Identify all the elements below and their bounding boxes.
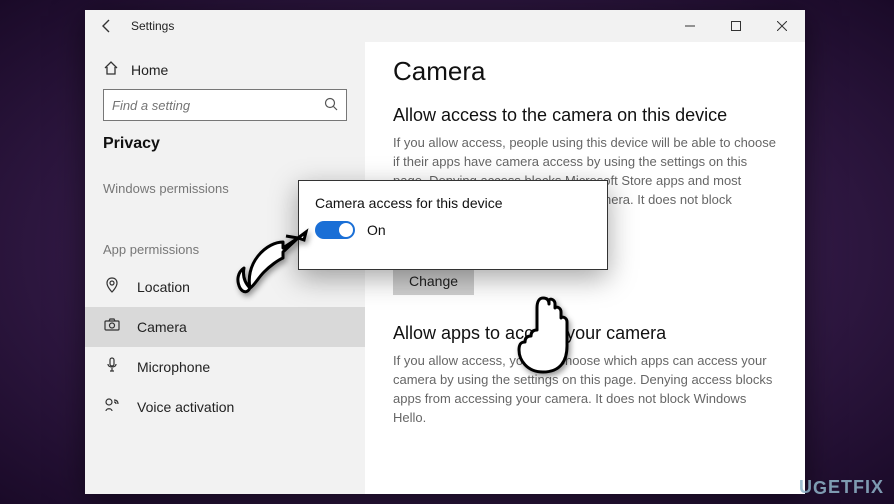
sidebar-item-label: Microphone bbox=[137, 359, 210, 375]
section2-title: Allow apps to access your camera bbox=[393, 323, 777, 344]
search-input-container[interactable] bbox=[103, 89, 347, 121]
change-button[interactable]: Change bbox=[393, 267, 474, 295]
section-header: Privacy bbox=[85, 135, 365, 171]
microphone-icon bbox=[103, 357, 121, 377]
sidebar-item-camera[interactable]: Camera bbox=[85, 307, 365, 347]
home-label: Home bbox=[131, 62, 168, 78]
maximize-button[interactable] bbox=[713, 10, 759, 42]
toggle-state-label: On bbox=[367, 222, 386, 238]
voice-icon bbox=[103, 397, 121, 417]
home-link[interactable]: Home bbox=[85, 52, 365, 89]
page-title: Camera bbox=[393, 56, 777, 87]
search-input[interactable] bbox=[112, 98, 324, 113]
section1-title: Allow access to the camera on this devic… bbox=[393, 105, 777, 126]
sidebar-item-voice-activation[interactable]: Voice activation bbox=[85, 387, 365, 427]
close-icon bbox=[777, 21, 787, 31]
search-icon bbox=[324, 97, 338, 114]
back-arrow-icon bbox=[99, 18, 115, 34]
pointer-hand-icon bbox=[228, 218, 318, 308]
sidebar-item-label: Camera bbox=[137, 319, 187, 335]
window-title: Settings bbox=[131, 19, 174, 33]
home-icon bbox=[103, 60, 119, 79]
back-button[interactable] bbox=[85, 10, 129, 42]
sidebar-item-label: Voice activation bbox=[137, 399, 234, 415]
section2-body: If you allow access, you can choose whic… bbox=[393, 352, 777, 427]
maximize-icon bbox=[731, 21, 741, 31]
minimize-icon bbox=[685, 21, 695, 31]
camera-access-popup: Camera access for this device On bbox=[298, 180, 608, 270]
sidebar-item-microphone[interactable]: Microphone bbox=[85, 347, 365, 387]
minimize-button[interactable] bbox=[667, 10, 713, 42]
sidebar-item-label: Location bbox=[137, 279, 190, 295]
titlebar: Settings bbox=[85, 10, 805, 42]
sidebar-item-location[interactable]: Location bbox=[85, 267, 365, 307]
camera-icon bbox=[103, 317, 121, 337]
popup-title: Camera access for this device bbox=[315, 195, 591, 211]
watermark: UGETFIX bbox=[799, 477, 884, 498]
close-button[interactable] bbox=[759, 10, 805, 42]
camera-toggle[interactable] bbox=[315, 221, 355, 239]
window-controls bbox=[667, 10, 805, 42]
pointer-hand-icon bbox=[505, 290, 585, 380]
location-icon bbox=[103, 277, 121, 297]
